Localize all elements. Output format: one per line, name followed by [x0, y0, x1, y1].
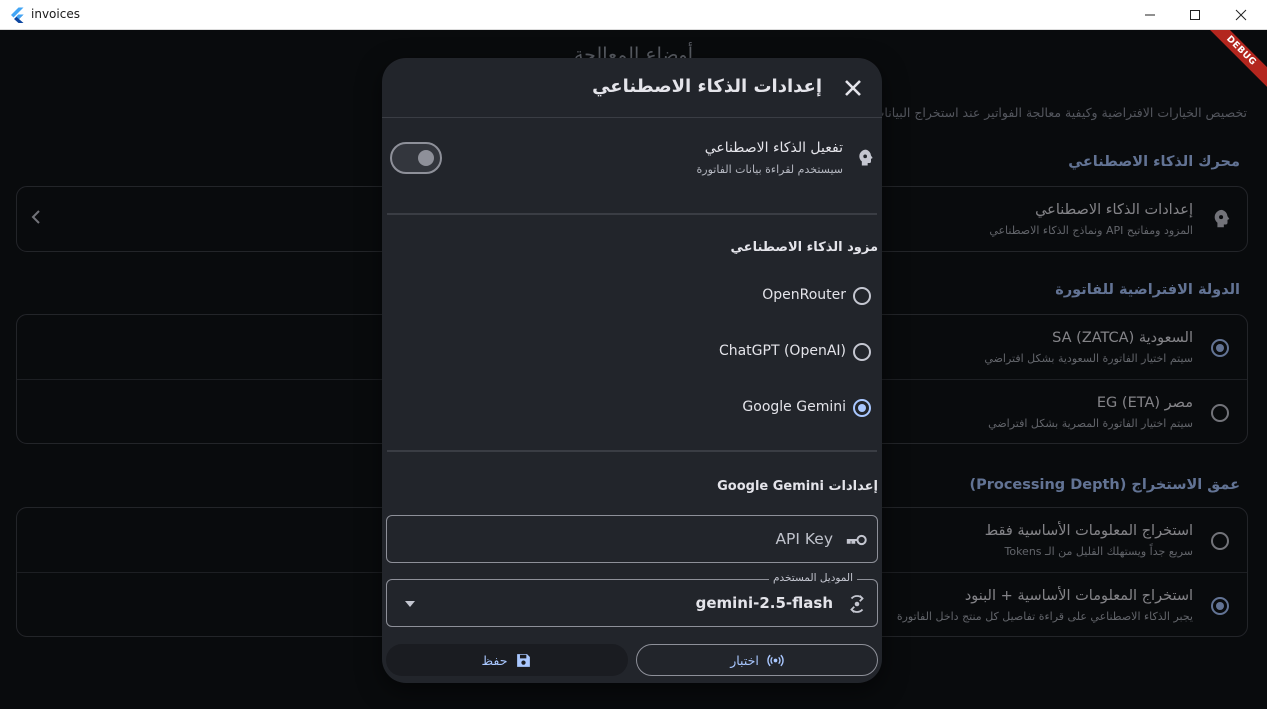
close-dialog-icon[interactable]: [842, 77, 864, 99]
save-icon: [517, 653, 531, 667]
maximize-icon: [1190, 10, 1200, 20]
dialog-title: إعدادات الذكاء الاصطناعي: [592, 76, 822, 97]
debug-banner: DEBUG: [1207, 30, 1267, 90]
robot-icon: [859, 149, 873, 166]
api-key-placeholder: API Key: [775, 530, 833, 548]
provider-label: مزود الذكاء الاصطناعي: [730, 240, 878, 255]
provider-option-gemini[interactable]: Google Gemini: [574, 393, 874, 423]
provider-option-chatgpt[interactable]: ChatGPT (OpenAI): [574, 337, 874, 367]
window-title: invoices: [31, 7, 80, 21]
switch-knob: [418, 150, 434, 166]
radio-chatgpt[interactable]: [853, 343, 871, 361]
enable-ai-row[interactable]: تفعيل الذكاء الاصطناعي سيستخدم لقراءة بي…: [382, 118, 882, 213]
window-title-bar: invoices: [0, 0, 1267, 30]
dialog-header: إعدادات الذكاء الاصطناعي: [382, 58, 882, 118]
enable-ai-subtitle: سيستخدم لقراءة بيانات الفاتورة: [696, 163, 843, 176]
minimize-icon: [1145, 14, 1155, 16]
radio-gemini[interactable]: [853, 399, 871, 417]
model-label: الموديل المستخدم: [768, 572, 857, 584]
model-switch-icon: [850, 595, 864, 613]
provider-chatgpt-label: ChatGPT (OpenAI): [718, 343, 846, 359]
test-button-content: اختبار: [637, 645, 877, 675]
save-button[interactable]: حفظ: [386, 644, 628, 676]
model-dropdown[interactable]: الموديل المستخدم gemini-2.5-flash: [386, 572, 878, 627]
save-button-label: حفظ: [481, 652, 508, 668]
provider-settings-label: إعدادات Google Gemini: [717, 479, 878, 494]
test-button-label: اختبار: [730, 652, 759, 668]
api-key-field[interactable]: API Key: [386, 515, 878, 563]
close-icon: [1235, 9, 1247, 21]
close-window-button[interactable]: [1218, 0, 1264, 30]
test-button[interactable]: اختبار: [636, 644, 878, 676]
debug-banner-label: DEBUG: [1207, 30, 1267, 90]
ai-settings-dialog: إعدادات الذكاء الاصطناعي تفعيل الذكاء ال…: [382, 58, 882, 683]
maximize-button[interactable]: [1172, 0, 1218, 30]
save-button-content: حفظ: [386, 644, 628, 676]
model-value: gemini-2.5-flash: [695, 594, 833, 612]
flutter-logo-icon: [11, 7, 24, 23]
enable-ai-switch[interactable]: [390, 142, 442, 174]
radio-openrouter[interactable]: [853, 287, 871, 305]
minimize-button[interactable]: [1127, 0, 1173, 30]
key-icon: [846, 534, 867, 546]
divider: [387, 213, 877, 215]
provider-option-openrouter[interactable]: OpenRouter: [574, 281, 874, 311]
dropdown-arrow-icon: [405, 601, 415, 607]
provider-gemini-label: Google Gemini: [742, 399, 846, 415]
broadcast-icon: [767, 654, 784, 666]
provider-openrouter-label: OpenRouter: [762, 287, 846, 303]
divider: [387, 450, 877, 452]
enable-ai-title: تفعيل الذكاء الاصطناعي: [704, 140, 843, 156]
